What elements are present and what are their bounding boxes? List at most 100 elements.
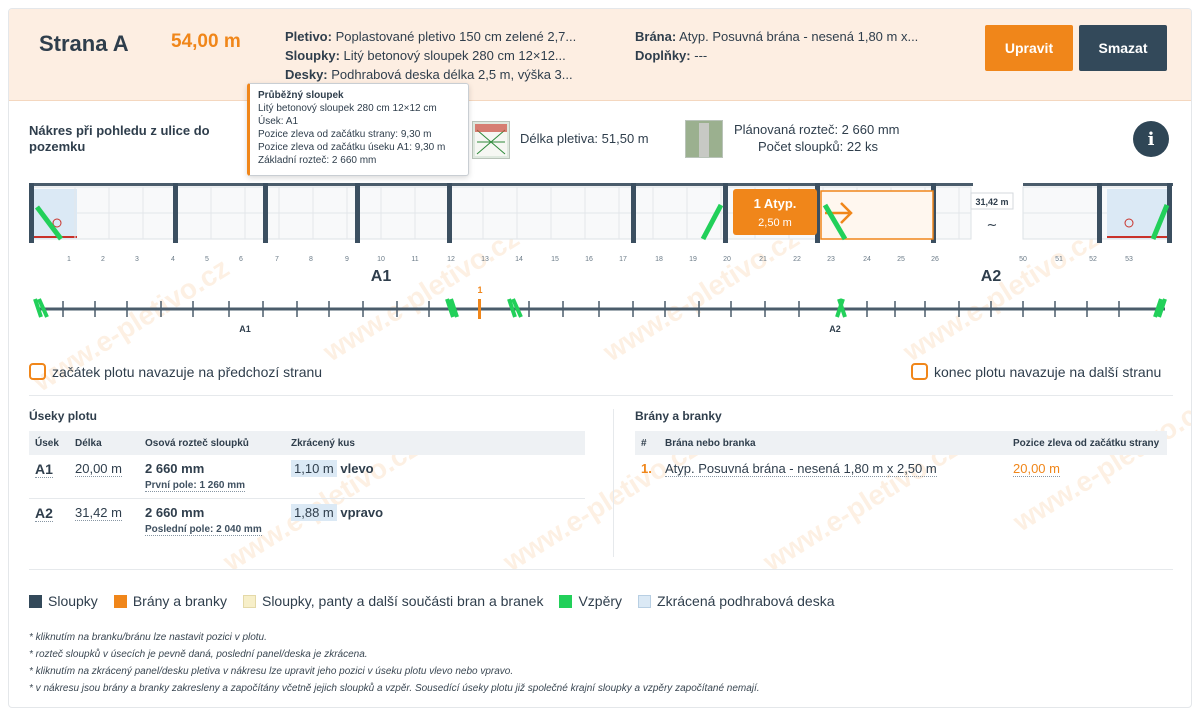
spec-column-right: Brána: Atyp. Posuvná brána - nesená 1,80… — [635, 27, 918, 65]
fence-post[interactable] — [263, 183, 268, 243]
post-number: 2 — [101, 256, 105, 263]
post-number: 11 — [411, 256, 418, 263]
fence-post[interactable] — [173, 183, 178, 243]
post-number: 25 — [897, 256, 905, 263]
post-number: 19 — [689, 256, 697, 263]
end-connects-option[interactable]: konec plotu navazuje na další stranu — [911, 363, 1161, 380]
post-number: 22 — [793, 256, 801, 263]
sections-table: Úsek Délka Osová rozteč sloupků Zkrácený… — [29, 431, 585, 542]
delete-button[interactable]: Smazat — [1079, 25, 1167, 71]
post-number: 9 — [345, 256, 349, 263]
table-row: 1. Atyp. Posuvná brána - nesená 1,80 m x… — [635, 455, 1167, 482]
mesh-thumbnail — [472, 121, 510, 159]
post-number: 53 — [1125, 256, 1133, 263]
brace — [1153, 298, 1167, 318]
gate-title: 1 Atyp. — [754, 196, 797, 211]
spec-label: Desky: — [285, 67, 328, 82]
cut-side: vlevo — [340, 461, 374, 476]
section-length[interactable]: 20,00 m — [75, 461, 122, 477]
spec-value: Poplastované pletivo 150 cm zelené 2,7..… — [335, 29, 577, 44]
post-number: 26 — [931, 256, 939, 263]
fence-post[interactable] — [723, 183, 728, 243]
fence-side-card: www.e-pletivo.cz www.e-pletivo.cz www.e-… — [8, 8, 1192, 708]
fence-post[interactable] — [1167, 183, 1172, 243]
cut-length[interactable]: 1,10 m — [291, 460, 337, 477]
fence-post[interactable] — [631, 183, 636, 243]
start-connects-option[interactable]: začátek plotu navazuje na předchozí stra… — [29, 363, 322, 380]
gate-position[interactable]: 20,00 m — [1013, 461, 1060, 477]
column-header: Zkrácený kus — [285, 431, 585, 455]
post-number: 21 — [759, 256, 767, 263]
section-spacing: 2 660 mm — [145, 505, 205, 520]
side-length: 54,00 m — [171, 31, 241, 52]
post-number: 10 — [377, 256, 385, 263]
post-number: 8 — [309, 256, 313, 263]
start-connects-checkbox[interactable] — [29, 363, 46, 380]
legend-label: Brány a branky — [132, 593, 227, 609]
fence-post[interactable] — [447, 183, 452, 243]
drawing-title: Nákres při pohledu z ulice do pozemku — [29, 123, 210, 154]
shortened-board[interactable] — [1107, 189, 1169, 239]
info-icon[interactable]: i — [1133, 121, 1169, 157]
spec-value: --- — [694, 48, 708, 63]
column-header: Osová rozteč sloupků — [139, 431, 285, 455]
spec-label: Brána: — [635, 29, 677, 44]
fence-post[interactable] — [1097, 183, 1102, 243]
section-id: A1 — [35, 461, 53, 478]
gate-sliding-area[interactable] — [820, 190, 934, 240]
note-line: * kliknutím na branku/bránu lze nastavit… — [29, 632, 267, 643]
tooltip-line: Průběžný sloupek — [258, 90, 344, 101]
planned-spacing: Plánovaná rozteč: 2 660 mm — [734, 122, 900, 137]
post-number: 18 — [655, 256, 663, 263]
legend-item: Zkrácená podhrabová deska — [638, 593, 834, 609]
legend-swatch — [113, 594, 127, 608]
side-header: Strana A 54,00 m Pletivo: Poplastované p… — [9, 9, 1191, 101]
overview-label-a1: A1 — [239, 324, 251, 334]
legend-swatch — [559, 594, 573, 608]
tooltip-line: Pozice zleva od začátku strany: 9,30 m — [258, 129, 432, 140]
spec-column-left: Pletivo: Poplastované pletivo 150 cm zel… — [285, 27, 576, 84]
spec-label: Doplňky: — [635, 48, 691, 63]
tooltip-line: Pozice zleva od začátku úseku A1: 9,30 m — [258, 142, 446, 153]
note-line: * v nákresu jsou brány a branky zakresle… — [29, 683, 760, 694]
post-number: 15 — [551, 256, 559, 263]
legend-item: Sloupky, panty a další součásti bran a b… — [242, 593, 543, 609]
post-number: 24 — [863, 256, 871, 263]
overview-gate-marker — [478, 299, 481, 319]
legend-swatch — [242, 594, 256, 608]
post-number: 50 — [1019, 256, 1027, 263]
post-count: Počet sloupků: 22 ks — [758, 139, 878, 154]
post-number: 16 — [585, 256, 593, 263]
post-number: 51 — [1055, 256, 1063, 263]
column-header: Brána nebo branka — [659, 431, 1007, 455]
post-number: 52 — [1089, 256, 1097, 263]
brace — [445, 298, 459, 318]
legend-swatch — [638, 594, 652, 608]
divider — [29, 395, 1173, 396]
end-connects-checkbox[interactable] — [911, 363, 928, 380]
overview-label-a2: A2 — [829, 324, 841, 334]
spec-value: Podhrabová deska délka 2,5 m, výška 3... — [331, 67, 573, 82]
section-length[interactable]: 31,42 m — [75, 505, 122, 521]
post-number: 6 — [239, 256, 243, 263]
section-spacing-note: Poslední pole: 2 040 mm — [145, 524, 262, 536]
gate-name[interactable]: Atyp. Posuvná brána - nesená 1,80 m x 2,… — [665, 461, 937, 477]
cut-length[interactable]: 1,88 m — [291, 504, 337, 521]
fence-post[interactable] — [29, 183, 34, 243]
gates-title: Brány a branky — [635, 409, 722, 423]
note-line: * rozteč sloupků v úsecích je pevně daná… — [29, 649, 368, 660]
post-number: 4 — [171, 256, 175, 263]
legend-label: Sloupky — [48, 593, 98, 609]
top-rail — [29, 183, 973, 186]
column-header: Úsek — [29, 431, 69, 455]
gap-label: 31,42 m — [975, 197, 1008, 207]
fence-post[interactable] — [355, 183, 360, 243]
mesh-length: Délka pletiva: 51,50 m — [520, 131, 649, 146]
legend-item: Brány a branky — [113, 593, 227, 609]
post-number: 3 — [135, 256, 139, 263]
edit-button[interactable]: Upravit — [985, 25, 1073, 71]
post-tooltip: Průběžný sloupek Litý betonový sloupek 2… — [247, 83, 469, 176]
sections-title: Úseky plotu — [29, 409, 98, 423]
section-id: A2 — [35, 505, 53, 522]
end-connects-label: konec plotu navazuje na další stranu — [934, 363, 1162, 380]
